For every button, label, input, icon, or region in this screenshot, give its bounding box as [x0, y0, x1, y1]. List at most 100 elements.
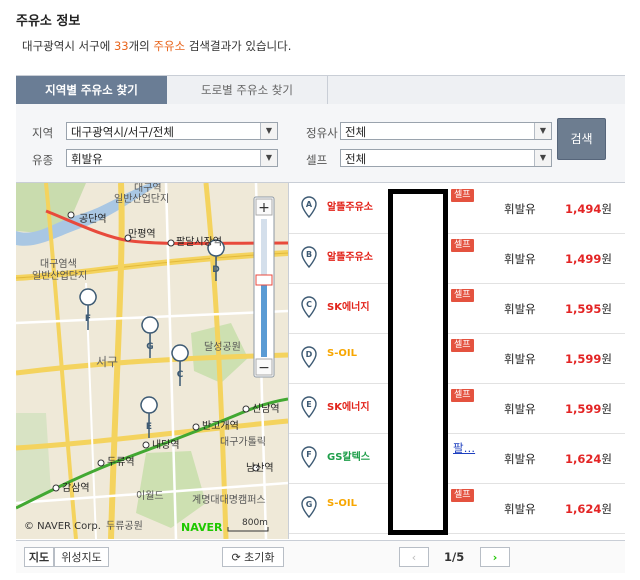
self-service-badge: 셀프	[451, 289, 474, 302]
map-type-button[interactable]: 지도	[24, 547, 54, 567]
next-page-button[interactable]: ›	[480, 547, 510, 567]
map-label: 서구	[96, 355, 118, 369]
fuel-type: 휘발유	[504, 252, 536, 266]
chevron-down-icon: ▼	[534, 150, 551, 166]
map-view[interactable]: D F G C E 대구역 일반산업단지 공단역 만평역 팔달시장역 대구염색 …	[16, 183, 289, 539]
filter-panel: 지역 대구광역시/서구/전체 ▼ 정유사 전체 ▼ 유종 휘발유 ▼ 셀프 전체 ▼ 검…	[16, 104, 625, 183]
region-select[interactable]: 대구광역시/서구/전체 ▼	[66, 122, 278, 140]
redaction-box	[388, 189, 448, 535]
search-button[interactable]: 검색	[557, 118, 606, 160]
price: 1,494원	[565, 201, 612, 217]
price-value: 1,599	[565, 402, 602, 416]
map-label: 두류역	[107, 456, 135, 468]
summary-mid: 개의	[128, 39, 154, 53]
self-label: 셀프	[306, 153, 328, 167]
price-unit: 원	[601, 252, 612, 266]
price-value: 1,599	[565, 352, 602, 366]
map-label: 만평역	[128, 228, 156, 240]
price: 1,599원	[565, 351, 612, 367]
self-service-badge: 셀프	[451, 339, 474, 352]
map-footer: 지도 위성지도 ⟳ 초기화 ‹ 1/5 ›	[16, 540, 625, 573]
reset-button[interactable]: ⟳ 초기화	[222, 547, 284, 567]
refresh-icon: ⟳	[231, 551, 245, 564]
marker-f-label: F	[85, 314, 91, 324]
price-value: 1,595	[565, 302, 602, 316]
self-service-badge: 셀프	[451, 239, 474, 252]
map-marker-icon: A	[301, 196, 317, 218]
chevron-down-icon: ▼	[534, 123, 551, 139]
station-row[interactable]: C SK에너지 셀프 휘발유 1,595원	[289, 283, 625, 334]
naver-logo: NAVER	[181, 521, 223, 534]
summary-suffix: 검색결과가 있습니다.	[185, 39, 292, 53]
price-unit: 원	[601, 402, 612, 416]
brand-label: 정유사	[306, 126, 338, 140]
search-summary: 대구광역시 서구에 33개의 주유소 검색결과가 있습니다.	[22, 38, 291, 54]
self-value: 전체	[345, 152, 367, 166]
map-label: 감삼역	[62, 482, 90, 494]
fuel-type: 휘발유	[504, 452, 536, 466]
self-service-badge: 셀프	[451, 389, 474, 402]
map-marker-icon: B	[301, 246, 317, 268]
price-unit: 원	[601, 452, 612, 466]
region-value: 대구광역시/서구/전체	[71, 125, 174, 139]
fuel-type: 휘발유	[504, 402, 536, 416]
marker-c-label: C	[177, 370, 184, 380]
current-page: 1	[444, 550, 453, 564]
prev-page-button[interactable]: ‹	[399, 547, 429, 567]
map-label: 남산역	[246, 462, 274, 474]
region-label: 지역	[32, 126, 54, 140]
self-service-badge: 셀프	[451, 489, 474, 502]
price-value: 1,624	[565, 452, 602, 466]
brand-logo: GS칼텍스	[327, 452, 371, 463]
map-marker-icon: D	[301, 346, 317, 368]
price-value: 1,494	[565, 202, 602, 216]
fuel-type: 휘발유	[504, 302, 536, 316]
reset-label: 초기화	[244, 551, 275, 564]
pagination-indicator: 1/5	[444, 550, 464, 564]
map-label: 계명대대명캠퍼스	[192, 494, 266, 506]
map-label: 대구역	[134, 183, 162, 194]
map-label: 두류공원	[106, 520, 143, 532]
fuel-select[interactable]: 휘발유 ▼	[66, 149, 278, 167]
brand-select[interactable]: 전체 ▼	[340, 122, 552, 140]
price: 1,499원	[565, 251, 612, 267]
price-unit: 원	[601, 502, 612, 516]
station-row[interactable]: B 알뜰주유소 셀프 휘발유 1,499원	[289, 233, 625, 284]
scale-label: 800m	[242, 518, 268, 528]
map-label: 공단역	[79, 213, 107, 225]
map-label: 일반산업단지	[114, 192, 169, 205]
map-canvas: D F G C E 대구역 일반산업단지 공단역 만평역 팔달시장역 대구염색 …	[16, 183, 288, 539]
svg-text:F: F	[306, 450, 311, 459]
svg-text:B: B	[306, 250, 312, 259]
map-label: 대구가톨릭	[220, 436, 266, 448]
map-label: 반고개역	[202, 420, 239, 432]
station-row[interactable]: E SK에너지 셀프 휘발유 1,599원	[289, 383, 625, 434]
map-marker-icon: C	[301, 296, 317, 318]
station-row[interactable]: G S-OIL 셀프 휘발유 1,624원	[289, 483, 625, 534]
total-pages: 5	[456, 550, 465, 564]
tab-region-search[interactable]: 지역별 주유소 찾기	[16, 76, 167, 104]
ad-link[interactable]: 팔…	[453, 440, 475, 456]
brand-logo: S-OIL	[327, 498, 357, 509]
price-unit: 원	[601, 202, 612, 216]
svg-text:C: C	[306, 300, 312, 309]
fuel-type: 휘발유	[504, 202, 536, 216]
summary-prefix: 대구광역시 서구에	[22, 39, 114, 53]
map-label: 팔달시장역	[176, 236, 222, 248]
brand-logo: 알뜰주유소	[327, 202, 373, 213]
marker-g-label: G	[146, 342, 153, 352]
map-label: 대구염색	[40, 258, 77, 270]
price: 1,624원	[565, 501, 612, 517]
satellite-button[interactable]: 위성지도	[54, 547, 109, 567]
map-label: 내당역	[152, 439, 180, 451]
self-select[interactable]: 전체 ▼	[340, 149, 552, 167]
map-label: 일반산업단지	[32, 269, 87, 282]
svg-text:A: A	[306, 200, 313, 209]
marker-d-label: D	[212, 265, 219, 275]
brand-logo: SK에너지	[327, 302, 370, 313]
station-row[interactable]: D S-OIL 셀프 휘발유 1,599원	[289, 333, 625, 384]
tab-road-search[interactable]: 도로별 주유소 찾기	[167, 76, 328, 104]
zoom-control[interactable]: + −	[253, 196, 275, 378]
marker-e-label: E	[146, 422, 152, 432]
station-row[interactable]: A 알뜰주유소 셀프 휘발유 1,494원	[289, 183, 625, 234]
